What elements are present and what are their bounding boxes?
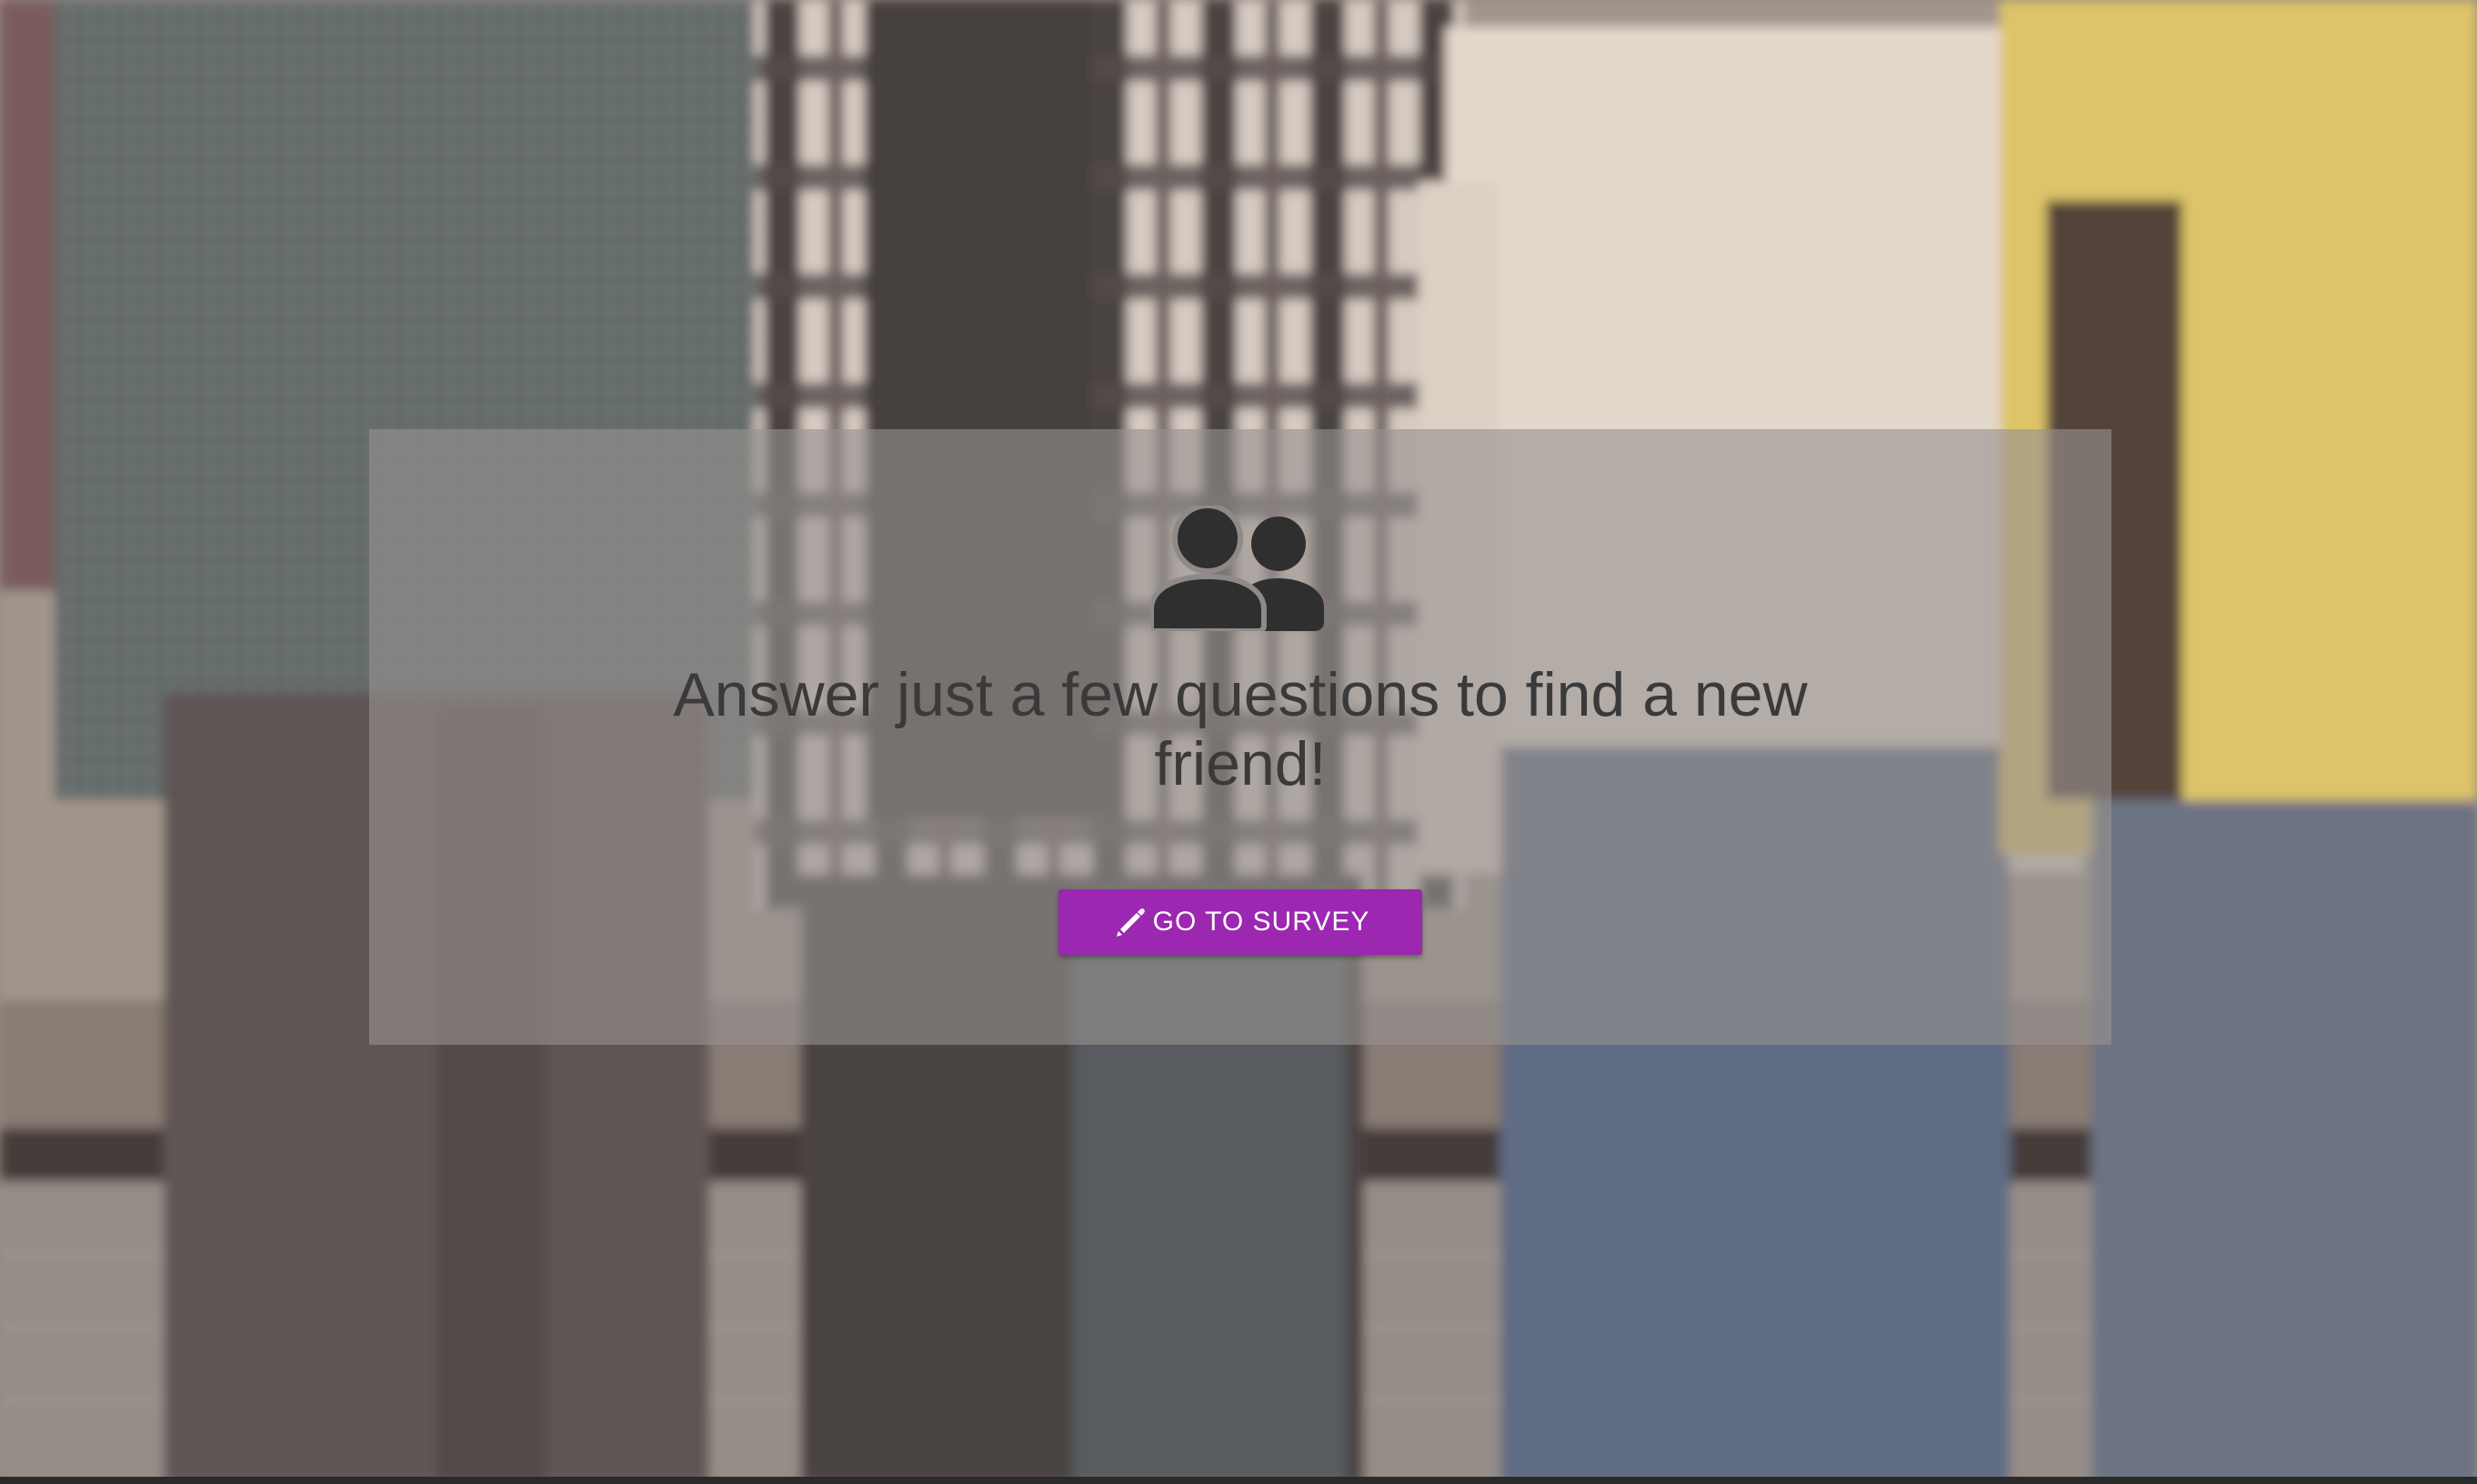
- go-to-survey-label: GO TO SURVEY: [1152, 907, 1370, 937]
- bottom-edge: [0, 1477, 2477, 1484]
- landing-page: Answer just a few questions to find a ne…: [0, 0, 2477, 1484]
- pencil-icon: [1116, 908, 1145, 937]
- users-icon: [1151, 506, 1324, 631]
- go-to-survey-button[interactable]: GO TO SURVEY: [1058, 889, 1422, 955]
- headline: Answer just a few questions to find a ne…: [673, 660, 1808, 798]
